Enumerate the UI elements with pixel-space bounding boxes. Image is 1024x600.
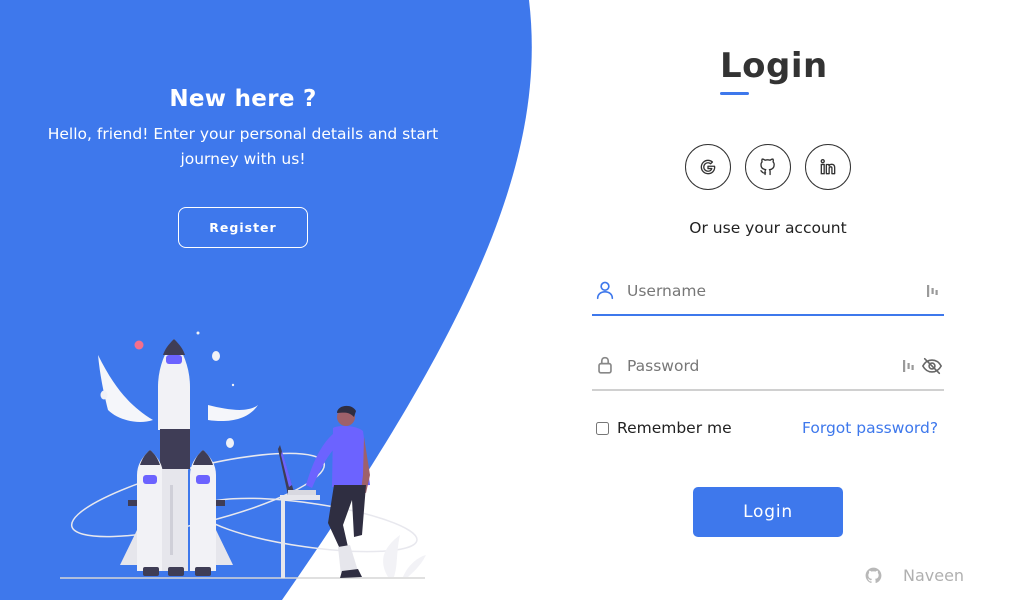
login-button[interactable]: Login [693,487,843,537]
welcome-text: Hello, friend! Enter your personal detai… [47,125,439,168]
rocket-launch-illustration [60,331,426,579]
login-title-block: Login [720,46,828,95]
google-icon [700,159,716,175]
or-use-account-text: Or use your account [689,219,847,237]
google-login-button[interactable] [685,144,731,190]
forgot-password-link[interactable]: Forgot password? [802,419,938,437]
github-icon [865,567,882,584]
user-icon [596,281,614,300]
linkedin-login-button[interactable] [805,144,851,190]
eye-off-icon[interactable] [921,355,943,377]
password-field[interactable] [592,345,944,391]
password-manager-icon [927,285,938,297]
github-login-button[interactable] [745,144,791,190]
remember-me-label: Remember me [617,419,732,437]
author-name: Naveen [903,566,965,585]
password-manager-icon [903,360,914,372]
password-input[interactable] [627,351,877,381]
welcome-panel: New here ? Hello, friend! Enter your per… [38,86,448,172]
username-field[interactable] [592,270,944,316]
username-input[interactable] [627,276,877,306]
remember-me[interactable]: Remember me [596,419,732,437]
welcome-title: New here ? [169,86,317,112]
linkedin-icon [820,159,836,175]
author-credit-link[interactable]: Naveen [864,566,964,585]
register-button[interactable]: Register [178,207,308,248]
login-title: Login [720,46,828,86]
remember-me-checkbox[interactable] [596,421,609,435]
github-icon [760,158,775,176]
title-underline [720,92,749,95]
lock-icon [598,356,612,374]
